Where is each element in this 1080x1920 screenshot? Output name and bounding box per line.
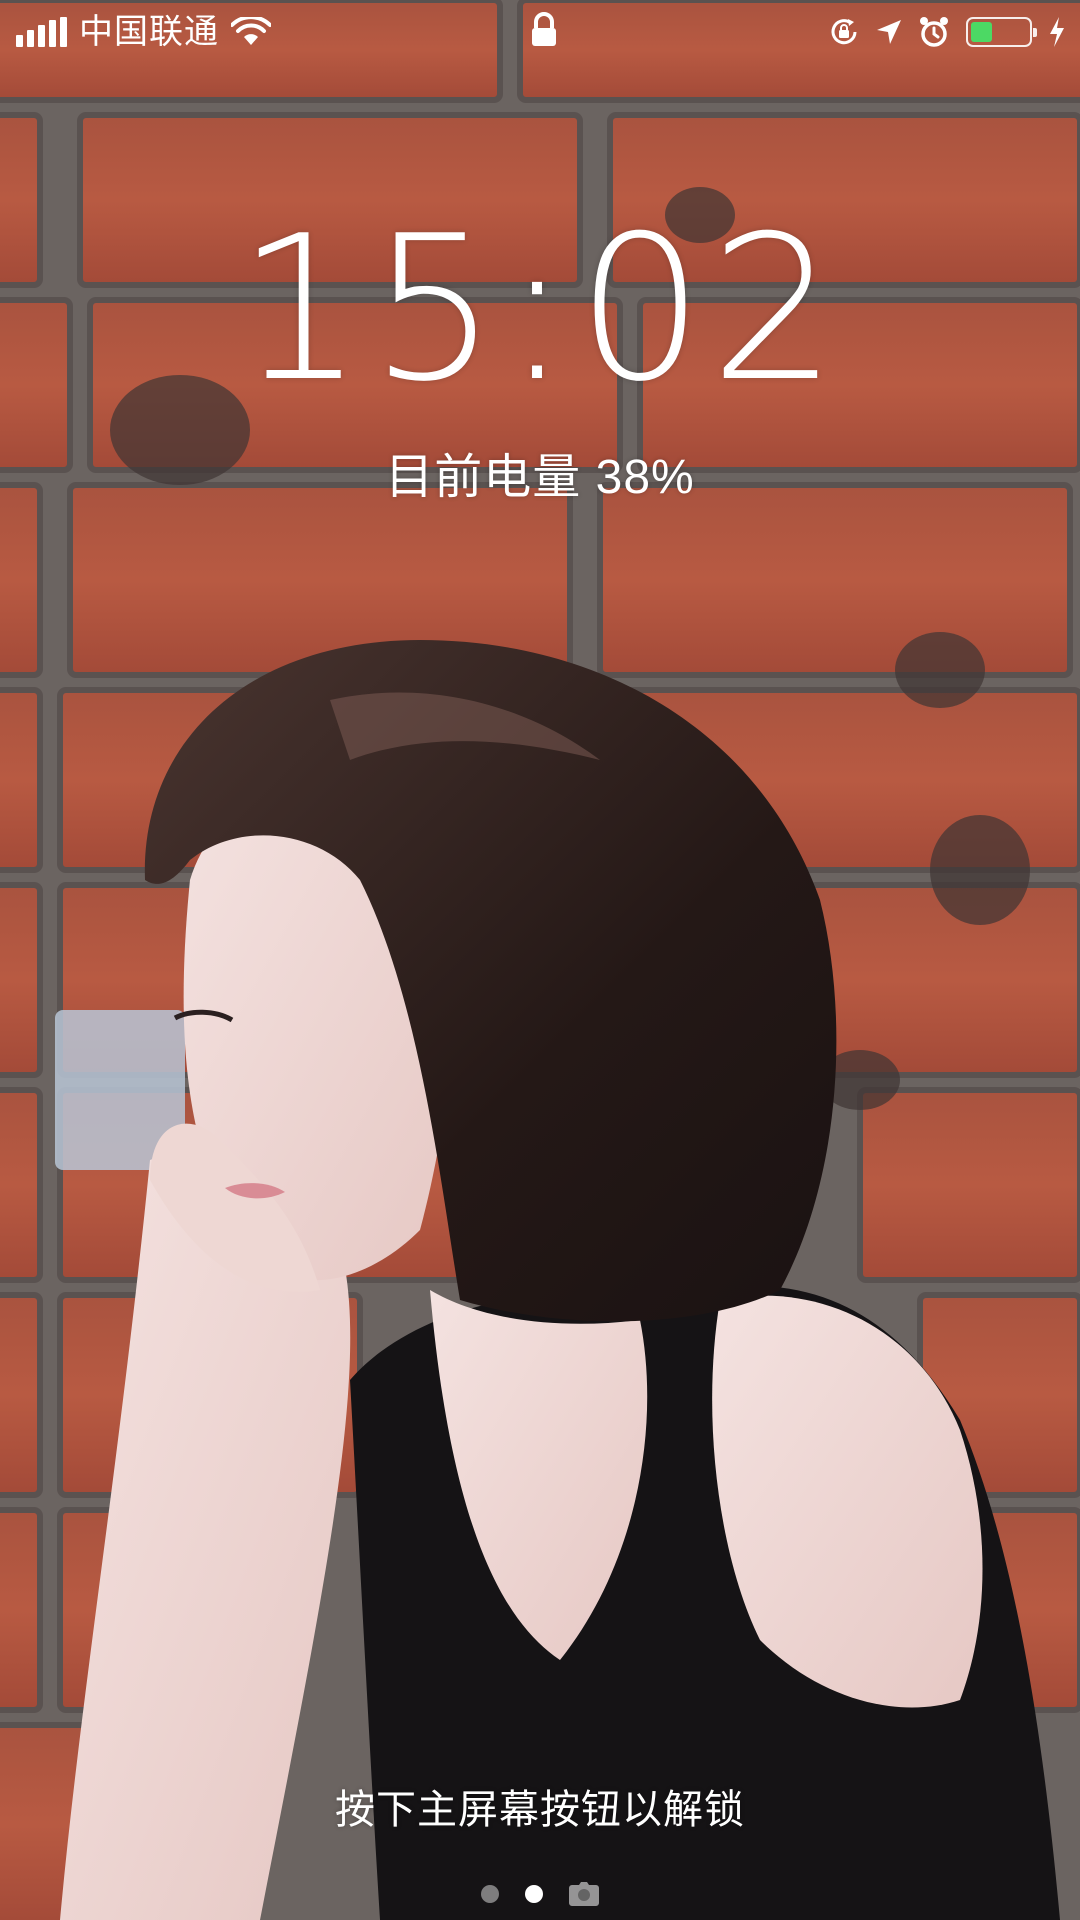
charging-icon <box>1048 16 1066 48</box>
page-indicator[interactable] <box>0 1880 1080 1908</box>
alarm-icon <box>918 16 950 48</box>
battery-fill <box>971 22 993 42</box>
unlock-hint: 按下主屏幕按钮以解锁 <box>335 1788 745 1832</box>
battery-icon <box>966 17 1037 47</box>
wifi-icon <box>230 15 272 47</box>
lock-icon <box>530 12 558 48</box>
camera-icon[interactable] <box>569 1882 599 1906</box>
location-icon <box>876 19 902 45</box>
page-dot-active[interactable] <box>525 1885 543 1903</box>
lock-screen: 中国联通 15:02 目前电量 38% 按下主屏幕按钮以解锁 <box>0 0 1080 1920</box>
signal-icon <box>16 17 67 47</box>
page-dot[interactable] <box>481 1885 499 1903</box>
status-bar: 中国联通 <box>0 0 1080 64</box>
carrier-name: 中国联通 <box>79 13 219 51</box>
battery-status-text: 目前电量 38% <box>385 451 695 504</box>
lock-screen-time: 15:02 <box>236 193 844 426</box>
rotation-lock-icon <box>828 16 860 48</box>
